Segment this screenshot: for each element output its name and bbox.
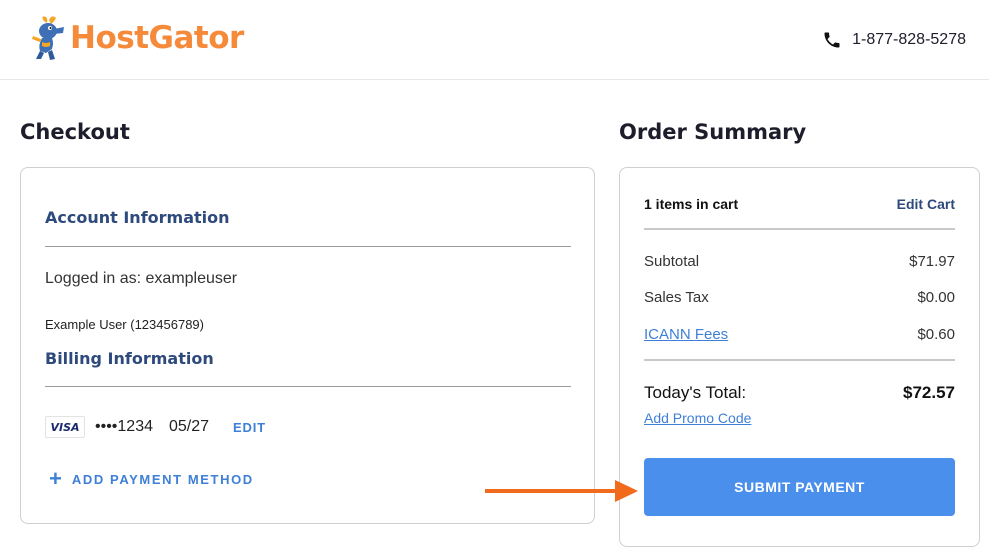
subtotal-value: $71.97 — [909, 253, 955, 270]
visa-card-icon: VISA — [45, 416, 85, 438]
todays-total-value: $72.57 — [903, 383, 955, 402]
subtotal-row: Subtotal $71.97 — [644, 253, 955, 270]
billing-information-heading: Billing Information — [45, 349, 214, 368]
checkout-title: Checkout — [20, 120, 130, 144]
gator-mascot-icon — [32, 16, 64, 60]
plus-icon: + — [49, 466, 62, 491]
todays-total-row: Today's Total: $72.57 — [644, 383, 955, 403]
arrow-right-icon — [485, 480, 638, 502]
add-promo-code-link[interactable]: Add Promo Code — [644, 410, 751, 426]
cart-items-count: 1 items in cart — [644, 196, 739, 212]
sales-tax-row: Sales Tax $0.00 — [644, 289, 955, 306]
order-summary-card: 1 items in cart Edit Cart Subtotal $71.9… — [619, 167, 980, 547]
icann-fees-link[interactable]: ICANN Fees — [644, 326, 728, 343]
phone-number: 1-877-828-5278 — [852, 31, 966, 48]
add-payment-method-button[interactable]: + ADD PAYMENT METHOD — [49, 466, 254, 491]
site-header: HostGator 1-877-828-5278 — [0, 0, 989, 80]
phone-contact[interactable]: 1-877-828-5278 — [822, 30, 966, 50]
logged-in-text: Logged in as: exampleuser — [45, 270, 238, 287]
sales-tax-value: $0.00 — [917, 289, 955, 306]
icann-fees-row: ICANN Fees $0.60 — [644, 326, 955, 343]
edit-cart-link[interactable]: Edit Cart — [897, 196, 955, 212]
add-payment-method-label: ADD PAYMENT METHOD — [71, 471, 254, 487]
user-account-line: Example User (123456789) — [45, 317, 204, 332]
phone-icon — [824, 32, 840, 48]
sales-tax-label: Sales Tax — [644, 289, 709, 306]
order-summary-title: Order Summary — [619, 120, 807, 144]
submit-payment-button[interactable]: SUBMIT PAYMENT — [644, 458, 955, 516]
billing-divider — [45, 386, 571, 387]
todays-total-label: Today's Total: — [644, 383, 747, 402]
checkout-card: Account Information Logged in as: exampl… — [20, 167, 595, 524]
saved-card-row: VISA ••••1234 05/27 EDIT — [45, 415, 266, 439]
hostgator-logo[interactable]: HostGator — [30, 14, 244, 62]
account-divider — [45, 246, 571, 247]
summary-divider-bottom — [644, 359, 955, 361]
edit-card-link[interactable]: EDIT — [233, 420, 266, 435]
card-expiry: 05/27 — [169, 418, 210, 435]
card-number: ••••1234 — [95, 418, 153, 435]
logo-wordmark: HostGator — [70, 20, 244, 56]
subtotal-label: Subtotal — [644, 253, 700, 270]
summary-divider-top — [644, 228, 955, 230]
icann-fees-value: $0.60 — [917, 326, 955, 343]
account-information-heading: Account Information — [45, 208, 230, 227]
